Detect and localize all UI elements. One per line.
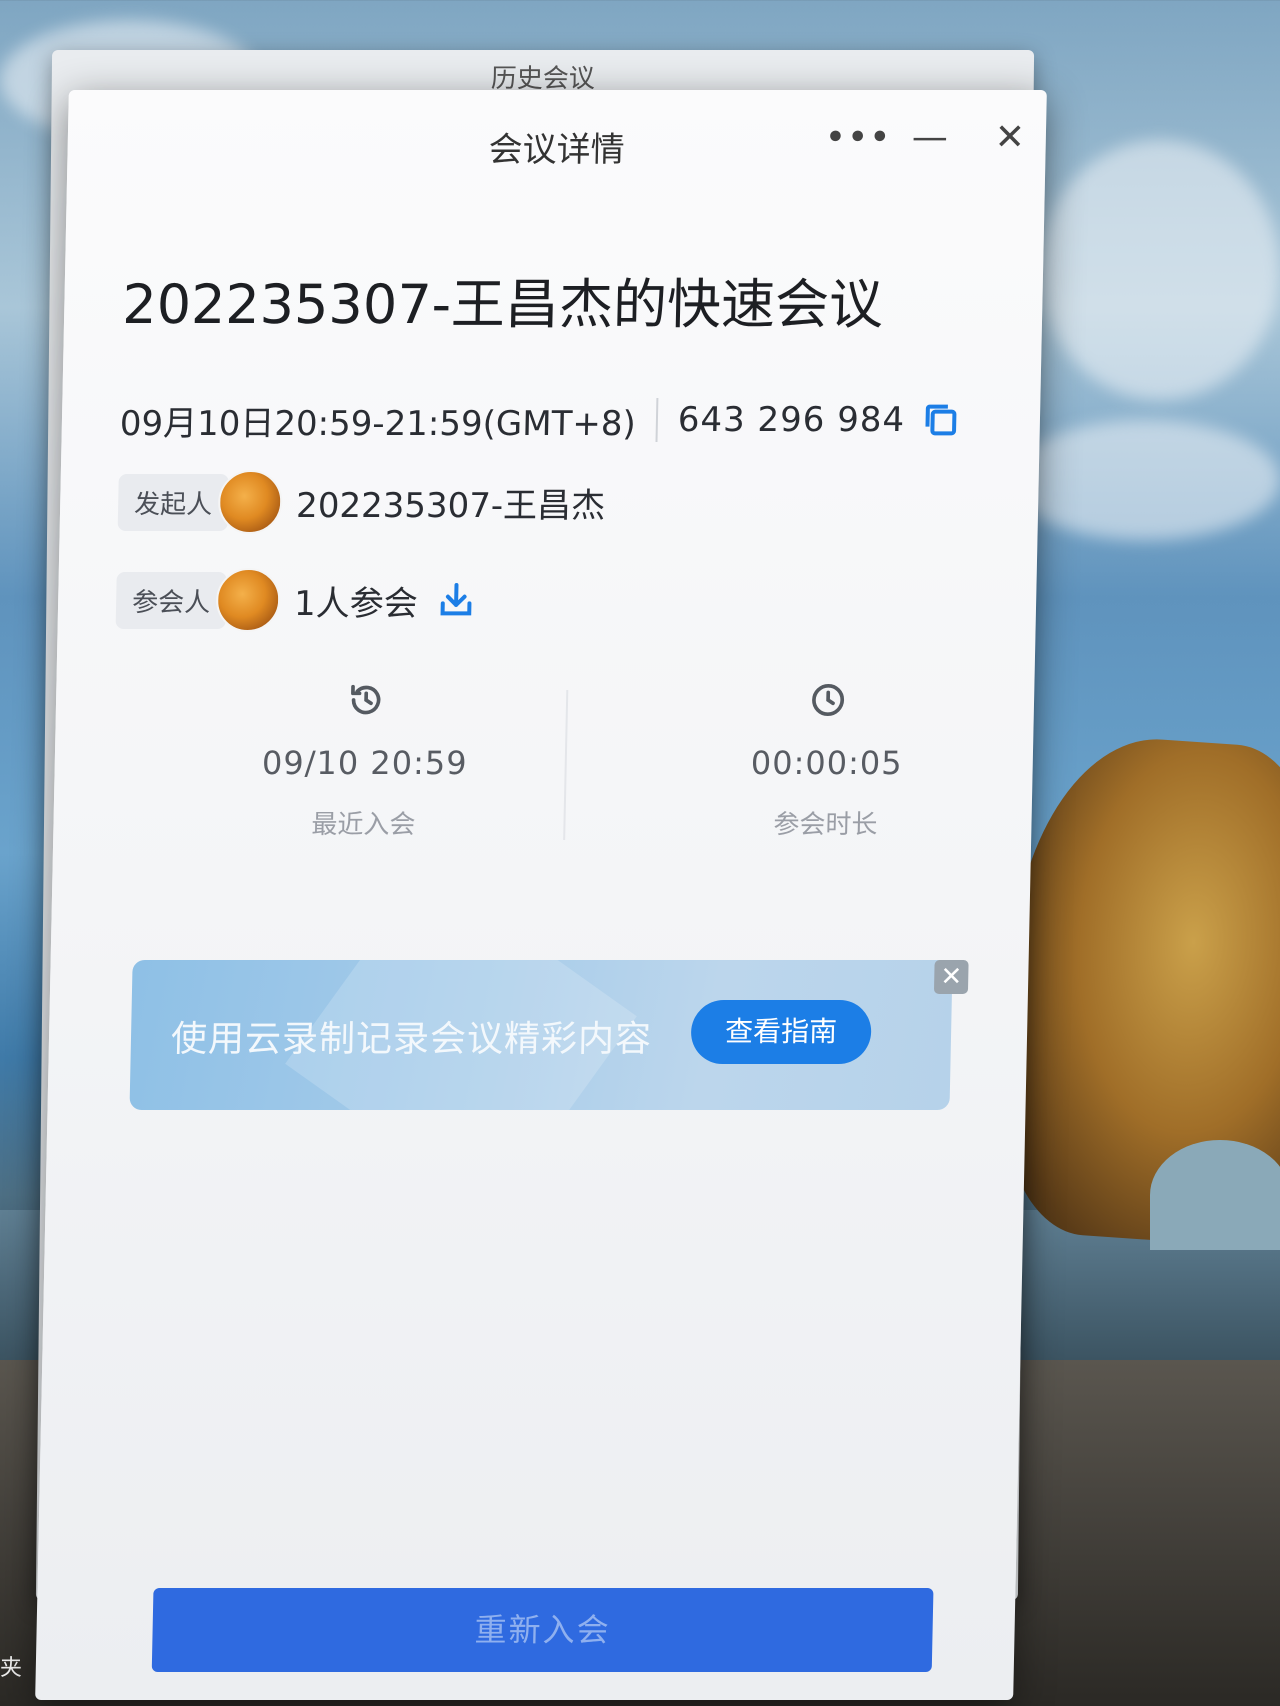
meeting-id: 643 296 984 <box>677 400 906 440</box>
more-options-button[interactable]: ••• <box>825 114 893 162</box>
banner-close-icon[interactable]: ✕ <box>933 960 969 994</box>
meeting-time: 09月10日20:59-21:59(GMT+8) <box>119 403 637 444</box>
view-guide-button[interactable]: 查看指南 <box>690 1000 872 1064</box>
copy-icon[interactable] <box>905 400 962 440</box>
stats-divider <box>563 690 569 840</box>
host-name: 202235307-王昌杰 <box>295 485 606 526</box>
title-bar[interactable]: 会议详情 ••• — ✕ <box>67 90 1047 190</box>
banner-text: 使用云录制记录会议精彩内容 <box>170 1019 653 1060</box>
download-icon[interactable] <box>417 580 476 620</box>
window-title: 会议详情 <box>488 130 626 170</box>
host-row: 发起人 202235307-王昌杰 <box>117 470 606 534</box>
desktop-cloud <box>1010 420 1280 540</box>
cloud-record-banner: 使用云录制记录会议精彩内容 查看指南 <box>129 960 953 1110</box>
meeting-meta: 09月10日20:59-21:59(GMT+8) 643 296 984 <box>119 390 980 450</box>
meeting-stats: 09/10 20:59 最近入会 00:00:05 参会时长 <box>92 680 994 880</box>
duration-value: 00:00:05 <box>750 744 904 782</box>
attendee-avatar <box>215 568 281 632</box>
recent-join-stat: 09/10 20:59 最近入会 <box>213 680 516 841</box>
duration-stat: 00:00:05 参会时长 <box>675 680 978 841</box>
recent-join-label: 最近入会 <box>311 810 416 840</box>
attendee-count: 1人参会 <box>293 583 419 624</box>
recent-join-value: 09/10 20:59 <box>261 744 468 782</box>
rejoin-button[interactable]: 重新入会 <box>151 1588 934 1672</box>
clock-icon <box>808 684 848 724</box>
history-icon <box>346 684 386 724</box>
meeting-title: 202235307-王昌杰的快速会议 <box>121 273 884 336</box>
duration-label: 参会时长 <box>773 810 878 840</box>
close-button[interactable]: ✕ <box>985 114 1034 162</box>
minimize-button[interactable]: — <box>905 114 954 162</box>
meta-divider <box>655 398 659 442</box>
desktop-icon-label[interactable]: 夹 <box>0 1650 22 1682</box>
desktop-rock-arch <box>1150 1140 1280 1250</box>
host-avatar <box>217 470 283 534</box>
meeting-details-window: 会议详情 ••• — ✕ 202235307-王昌杰的快速会议 09月10日20… <box>35 90 1047 1700</box>
attendees-tag: 参会人 <box>115 571 227 629</box>
attendees-row: 参会人 1人参会 <box>115 568 477 632</box>
desktop-cloud <box>1040 140 1280 400</box>
host-tag: 发起人 <box>117 473 229 531</box>
